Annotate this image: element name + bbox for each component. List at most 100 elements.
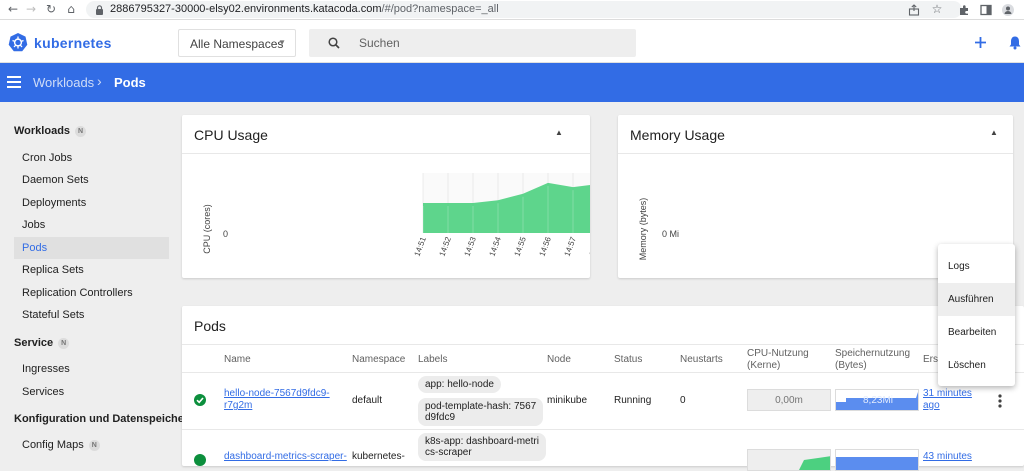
reload-icon[interactable]: ↻ <box>44 2 58 16</box>
cpu-sparkline-fill <box>799 456 830 470</box>
profile-icon[interactable] <box>1002 4 1014 16</box>
column-header-labels: Labels <box>418 354 448 365</box>
extensions-icon[interactable] <box>958 4 970 16</box>
cpu-x-tick-label: 14:52 <box>438 235 453 257</box>
label-chip-line1: k8s-app: dashboard-metri <box>425 436 539 447</box>
cpu-sparkline <box>747 449 831 471</box>
sidebar-heading-config-storage[interactable]: Konfiguration und Datenspeicherung <box>14 413 208 425</box>
cpu-usage-chart: CPU (cores) 0 14:51 14:52 14:53 14:54 14:55 1… <box>202 173 590 258</box>
cpu-card-title: CPU Usage <box>194 127 268 143</box>
column-header-cpu-line1: CPU-Nutzung <box>747 348 809 359</box>
collapse-caret-icon[interactable]: ▲ <box>990 128 998 137</box>
sidebar-item-cron-jobs[interactable]: Cron Jobs <box>14 147 169 169</box>
namespaced-badge: N <box>75 125 87 137</box>
pod-name-link[interactable]: dashboard-metrics-scraper- <box>224 451 347 463</box>
memory-sparkline-fill <box>836 457 918 470</box>
sidebar: Workloads N Cron Jobs Daemon Sets Deploym… <box>0 102 208 459</box>
cpu-y-axis-label: CPU (cores) <box>202 204 212 254</box>
pod-restarts: 0 <box>680 395 686 406</box>
column-header-namespace[interactable]: Namespace <box>352 354 405 366</box>
menu-hamburger-icon[interactable] <box>7 76 21 88</box>
back-icon[interactable]: ← <box>6 2 20 16</box>
pod-namespace: kubernetes- <box>352 451 405 462</box>
column-header-created[interactable]: Ers <box>923 354 938 366</box>
search-placeholder: Suchen <box>359 36 400 50</box>
namespace-select[interactable]: Alle Namespaces ▼ <box>178 29 296 57</box>
home-icon[interactable]: ⌂ <box>64 2 78 16</box>
row-actions-menu: Logs Ausführen Bearbeiten Löschen <box>938 244 1015 386</box>
sidebar-item-replication-controllers[interactable]: Replication Controllers <box>14 282 169 304</box>
pod-created-line1: 31 minutes <box>923 388 972 399</box>
header-divider <box>182 372 1024 373</box>
cpu-x-tick-label: 14:55 <box>513 235 528 257</box>
memory-sparkline <box>835 449 919 471</box>
memory-sparkline-value: 8,23Mi <box>862 395 893 406</box>
breadcrumb-workloads[interactable]: Workloads <box>33 75 94 90</box>
pod-name-link[interactable]: hello-node-7567d9fdc9- r7g2m <box>224 388 330 412</box>
sidebar-item-jobs[interactable]: Jobs <box>14 214 169 236</box>
cpu-sparkline-value: 0,00m <box>775 395 803 406</box>
menu-item-exec[interactable]: Ausführen <box>938 283 1015 316</box>
address-bar[interactable]: 2886795327-30000-elsy02.environments.kat… <box>86 1 962 18</box>
pod-created[interactable]: 31 minutes ago <box>923 388 972 412</box>
column-header-memory-line1: Speichernutzung <box>835 348 911 359</box>
browser-toolbar: ← → ↻ ⌂ 2886795327-30000-elsy02.environm… <box>0 0 1024 20</box>
column-header-memory: Speichernutzung (Bytes) <box>835 348 910 372</box>
column-header-node[interactable]: Node <box>547 354 571 366</box>
card-divider <box>182 344 1024 345</box>
brand-name[interactable]: kubernetes <box>34 35 112 51</box>
row-divider <box>182 429 1024 430</box>
label-chip: app: hello-node <box>418 376 501 393</box>
status-running-check-icon <box>194 454 206 466</box>
column-header-status[interactable]: Status <box>614 354 642 366</box>
kubernetes-logo-icon[interactable] <box>8 32 28 52</box>
app-header: kubernetes Alle Namespaces ▼ Suchen <box>0 20 1024 63</box>
label-chip-line2: cs-scraper <box>425 447 472 458</box>
sidebar-item-services[interactable]: Services <box>14 381 169 403</box>
notifications-bell-icon[interactable] <box>1008 35 1022 50</box>
cpu-usage-card: CPU Usage ▲ CPU (cores) 0 14:51 14:52 14:5… <box>182 115 590 278</box>
pod-namespace: default <box>352 395 383 406</box>
sidebar-item-config-maps[interactable]: Config Maps N <box>14 434 169 456</box>
breadcrumb-current: Pods <box>114 75 146 90</box>
sidebar-item-replica-sets[interactable]: Replica Sets <box>14 259 169 281</box>
namespaced-badge: N <box>88 439 100 451</box>
cpu-x-tick-label: 14:57 <box>563 235 578 257</box>
column-header-name[interactable]: Name <box>224 354 251 366</box>
bookmark-star-icon[interactable]: ☆ <box>930 2 944 16</box>
menu-item-delete[interactable]: Löschen <box>938 349 1015 382</box>
column-header-restarts[interactable]: Neustarts <box>680 354 723 366</box>
pod-status: Running <box>614 395 652 406</box>
column-header-cpu-line2: (Kerne) <box>747 360 781 371</box>
menu-item-logs[interactable]: Logs <box>938 250 1015 283</box>
sidebar-item-daemon-sets[interactable]: Daemon Sets <box>14 169 169 191</box>
sidebar-item-pods[interactable]: Pods <box>14 237 169 259</box>
collapse-caret-icon[interactable]: ▲ <box>555 128 563 137</box>
search-input[interactable]: Suchen <box>309 29 636 57</box>
lock-icon[interactable] <box>95 5 104 15</box>
url-text: 2886795327-30000-elsy02.environments.kat… <box>110 3 499 15</box>
add-resource-icon[interactable] <box>974 36 987 49</box>
memory-sparkline: 8,23Mi <box>835 389 919 411</box>
pod-node: minikube <box>547 395 588 406</box>
memory-card-title: Memory Usage <box>630 127 725 143</box>
sidebar-item-ingresses[interactable]: Ingresses <box>14 358 169 380</box>
cpu-x-tick-label: 14:54 <box>488 235 503 257</box>
share-icon[interactable] <box>908 4 920 16</box>
pod-created[interactable]: 43 minutes <box>923 451 972 463</box>
sidebar-heading-service[interactable]: Service N <box>14 337 70 349</box>
pod-name-line2: r7g2m <box>224 400 253 411</box>
menu-item-edit[interactable]: Bearbeiten <box>938 316 1015 349</box>
memory-y-axis-label: Memory (bytes) <box>638 198 648 261</box>
namespaced-badge: N <box>58 337 70 349</box>
cpu-y-tick: 0 <box>223 229 228 239</box>
cpu-sparkline: 0,00m <box>747 389 831 411</box>
sidebar-heading-workloads[interactable]: Workloads N <box>14 125 87 137</box>
sidebar-item-stateful-sets[interactable]: Stateful Sets <box>14 304 169 326</box>
sidebar-item-deployments[interactable]: Deployments <box>14 192 169 214</box>
row-actions-more-icon[interactable] <box>998 394 1002 408</box>
cpu-plot-area: 14:51 14:52 14:53 14:54 14:55 14:56 14:57 14:58… <box>413 173 590 258</box>
cpu-x-tick-label: 14:56 <box>538 235 553 257</box>
side-panel-icon[interactable] <box>980 4 992 16</box>
forward-icon[interactable]: → <box>24 2 38 16</box>
